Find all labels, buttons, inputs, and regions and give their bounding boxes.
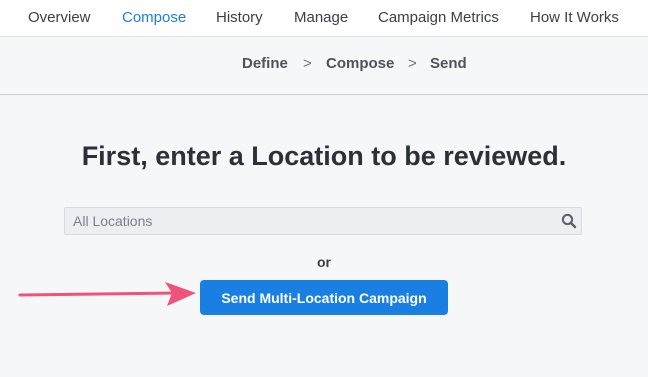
nav-item-compose[interactable]: Compose (122, 9, 186, 27)
breadcrumb-step-send: Send (430, 55, 467, 72)
search-icon[interactable] (561, 213, 577, 229)
breadcrumb-separator: > (303, 55, 312, 72)
nav-item-history[interactable]: History (216, 9, 263, 27)
breadcrumb-step-compose: Compose (326, 55, 395, 72)
nav-item-manage[interactable]: Manage (294, 9, 348, 27)
send-multi-location-campaign-button[interactable]: Send Multi-Location Campaign (200, 280, 448, 315)
or-divider-text: or (317, 254, 331, 270)
page-title: First, enter a Location to be reviewed. (81, 141, 567, 171)
nav-item-how-it-works[interactable]: How It Works (530, 9, 619, 27)
breadcrumb-step-define: Define (242, 55, 288, 72)
top-navigation: Overview Compose History Manage Campaign… (0, 0, 648, 37)
nav-item-campaign-metrics[interactable]: Campaign Metrics (378, 9, 499, 27)
location-search[interactable] (64, 207, 582, 235)
arrow-right-icon (18, 282, 196, 306)
nav-item-overview[interactable]: Overview (28, 9, 91, 27)
location-search-input[interactable] (73, 208, 543, 234)
breadcrumb-separator: > (408, 55, 417, 72)
breadcrumb: Define > Compose > Send (0, 37, 648, 95)
